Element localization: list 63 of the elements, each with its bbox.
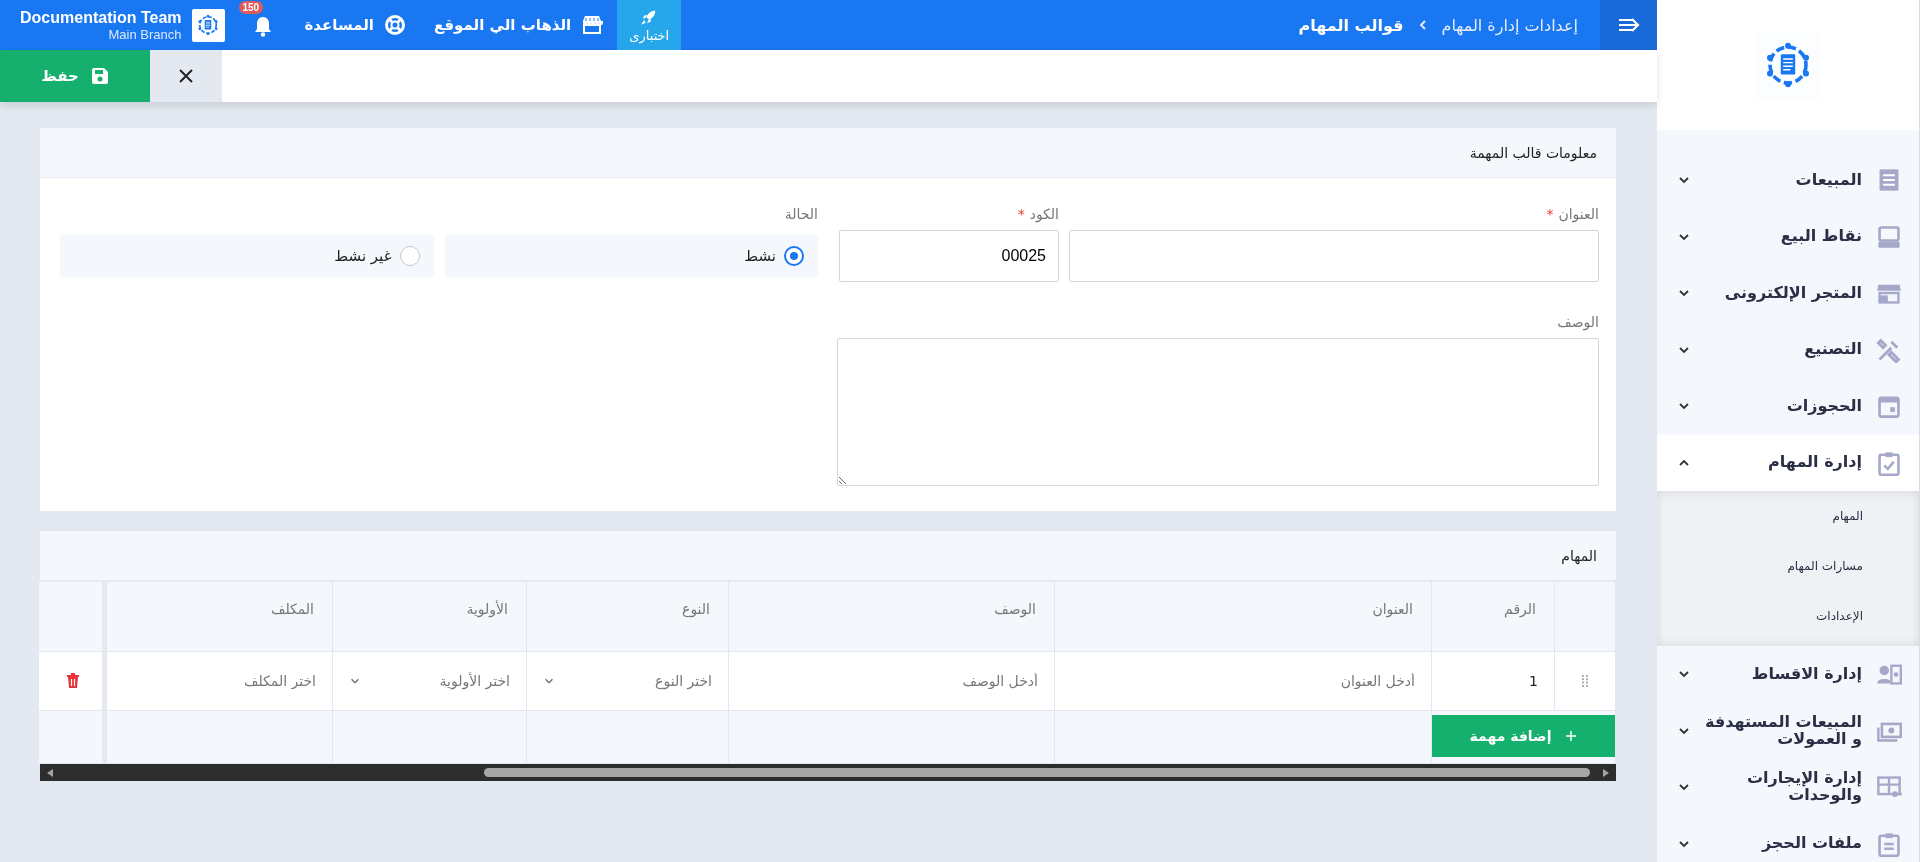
close-icon xyxy=(178,68,194,84)
sidebar-item[interactable]: المبيعات xyxy=(1657,152,1919,209)
plus-icon xyxy=(1565,730,1578,742)
breadcrumb-link[interactable]: إعدادات إدارة المهام xyxy=(1441,15,1578,35)
submenu-item[interactable]: مسارات المهام xyxy=(1657,541,1919,591)
code-input[interactable]: 00025 xyxy=(839,230,1059,282)
column-header: العنوان xyxy=(1054,581,1432,652)
sidebar-item[interactable]: التصنيع xyxy=(1657,321,1919,378)
column-header: النوع xyxy=(526,581,729,652)
notification-badge: 150 xyxy=(238,1,264,14)
field-label: العنوان xyxy=(1558,206,1599,222)
column-header: الوصف xyxy=(728,581,1055,652)
store-icon xyxy=(581,14,604,36)
field-label: الوصف xyxy=(1557,314,1599,330)
required-mark: * xyxy=(1017,206,1025,222)
column-header: الرقم xyxy=(1431,581,1555,652)
drag-handle-icon[interactable] xyxy=(1581,674,1589,688)
scroll-left-icon[interactable] xyxy=(46,767,54,778)
logo-icon xyxy=(197,14,219,36)
save-icon xyxy=(90,67,109,85)
calendar-icon xyxy=(1876,393,1902,420)
submenu-item[interactable]: الإعدادات xyxy=(1657,591,1919,641)
clipboard-icon xyxy=(1876,830,1902,857)
clipboard-check-icon xyxy=(1876,449,1902,476)
radio-button[interactable] xyxy=(784,246,804,266)
breadcrumb-current: قوالب المهام xyxy=(1298,15,1404,35)
bell-icon xyxy=(252,15,273,37)
radio-option[interactable]: غير نشط xyxy=(60,235,434,277)
radio-button[interactable] xyxy=(399,246,420,266)
title-input[interactable] xyxy=(1069,230,1599,282)
sidebar-item[interactable]: نقاط البيع xyxy=(1657,208,1919,265)
tools-icon xyxy=(1876,336,1902,363)
scroll-right-icon[interactable] xyxy=(1602,767,1610,778)
field-label: الحالة xyxy=(783,205,818,224)
number-input[interactable]: 1 xyxy=(1432,652,1554,710)
sidebar-item[interactable]: ملفات الحجز xyxy=(1657,815,1919,862)
section-title: المهام xyxy=(1561,547,1597,564)
user-name: Documentation Team xyxy=(20,8,182,27)
assignee-input[interactable]: اختر المكلف xyxy=(107,652,332,710)
arrow-icon xyxy=(1617,17,1640,33)
top-link[interactable]: الذهاب الي الموقع xyxy=(434,14,604,36)
sidebar-item[interactable]: المبيعات المستهدفة و العمولات xyxy=(1657,702,1919,759)
notifications-button[interactable]: 150 xyxy=(238,1,277,41)
field-label: الكود xyxy=(1029,206,1059,222)
column-header: الأولوية xyxy=(332,581,527,652)
lifebuoy-icon xyxy=(384,14,406,36)
sidebar-item[interactable]: الحجوزات xyxy=(1657,378,1919,435)
horizontal-scrollbar[interactable] xyxy=(40,764,1616,781)
sidebar-item[interactable]: إدارة الإيجارات والوحدات xyxy=(1657,759,1919,816)
submenu-item[interactable]: المهام xyxy=(1657,491,1919,541)
laptop-icon xyxy=(1876,223,1902,250)
sidebar-item[interactable]: إدارة الاقساط xyxy=(1657,646,1919,703)
logo-icon xyxy=(1764,41,1812,89)
sidebar-item[interactable]: المتجر الإلكترونى xyxy=(1657,265,1919,322)
chevron-icon xyxy=(1417,19,1428,31)
trash-icon[interactable] xyxy=(65,673,80,689)
menu-toggle-button[interactable] xyxy=(1600,0,1657,50)
branch-name: Main Branch xyxy=(107,26,182,42)
section-title: معلومات قالب المهمة xyxy=(1469,144,1597,161)
radio-option[interactable]: نشط xyxy=(444,235,818,277)
top-link[interactable]: المساعدة xyxy=(304,14,406,36)
required-mark: * xyxy=(1546,206,1554,222)
sidebar-item[interactable]: إدارة المهام xyxy=(1657,434,1919,491)
